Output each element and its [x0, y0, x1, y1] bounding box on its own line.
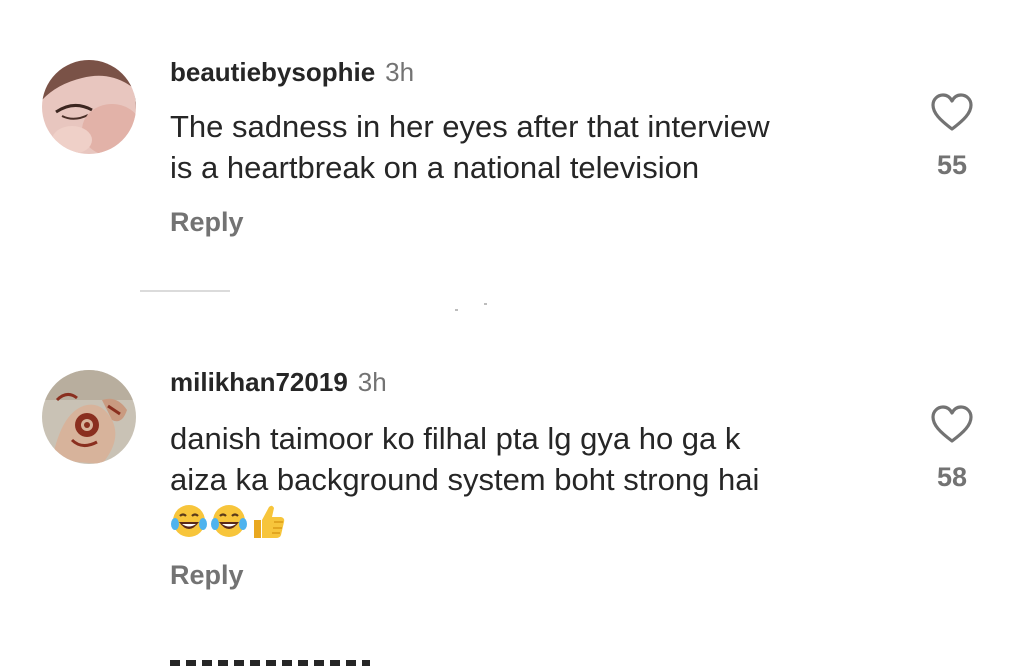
timestamp: 3h — [357, 367, 387, 397]
avatar[interactable] — [42, 60, 136, 154]
profile-photo-icon — [42, 60, 136, 154]
reply-button[interactable]: Reply — [170, 206, 244, 238]
timestamp: 3h — [385, 57, 415, 87]
comment-line: is a heartbreak on a national television — [170, 150, 700, 185]
username[interactable]: milikhan72019 — [170, 367, 348, 397]
emoji-row — [170, 500, 890, 541]
reply-button[interactable]: Reply — [170, 559, 244, 591]
comment-line: danish taimoor ko filhal pta lg gya ho g… — [170, 421, 741, 456]
heart-outline-icon — [931, 93, 973, 131]
like-count: 55 — [936, 150, 968, 180]
like-button[interactable] — [930, 92, 974, 132]
comment-line: The sadness in her eyes after that inter… — [170, 109, 770, 144]
comment-text: danish taimoor ko filhal pta lg gya ho g… — [170, 418, 890, 541]
divider-speck — [455, 309, 458, 311]
avatar[interactable] — [42, 370, 136, 464]
face-with-tears-of-joy-icon — [211, 504, 247, 537]
heart-outline-icon — [931, 405, 973, 443]
next-comment-peek — [170, 660, 430, 666]
username[interactable]: beautiebysophie — [170, 57, 375, 87]
face-with-tears-of-joy-icon — [171, 504, 207, 537]
comment-meta: milikhan72019 3h — [170, 367, 387, 397]
divider-line — [140, 290, 230, 292]
divider-speck — [484, 303, 487, 305]
comment-text: The sadness in her eyes after that inter… — [170, 106, 890, 188]
henna-hands-photo-icon — [42, 370, 136, 464]
clipped-username — [170, 660, 370, 666]
comment-line: aiza ka background system boht strong ha… — [170, 462, 760, 497]
like-button[interactable] — [930, 404, 974, 444]
thumbs-up-icon — [254, 505, 285, 538]
like-count: 58 — [936, 462, 968, 492]
comment-meta: beautiebysophie 3h — [170, 57, 414, 87]
